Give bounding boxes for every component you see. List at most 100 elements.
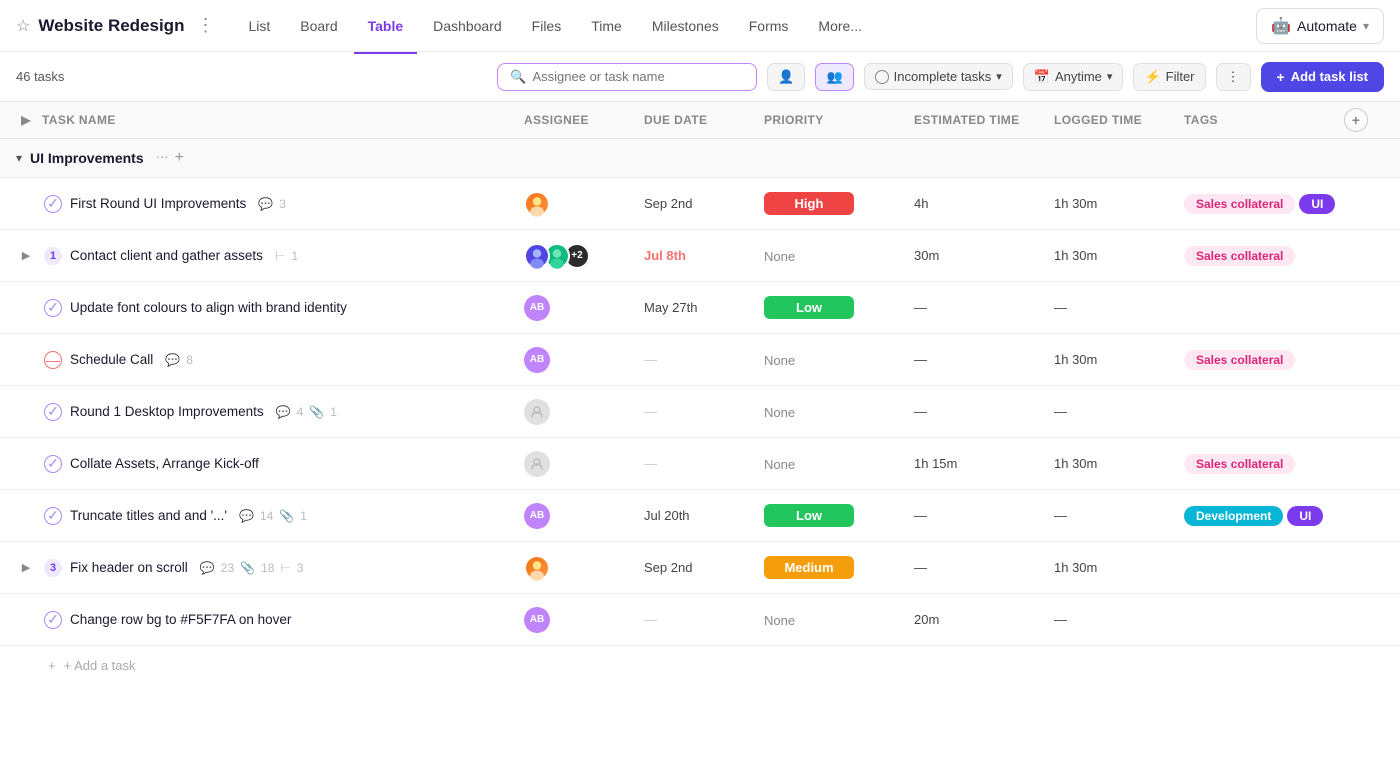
logged-time: 1h 30m (1054, 560, 1184, 575)
group-header[interactable]: ▾ UI Improvements ··· + (0, 139, 1400, 178)
task-meta: 💬 23 📎 18 ⊢ 3 (200, 561, 304, 575)
add-icon: + (1277, 69, 1285, 85)
attachment-count: 1 (330, 405, 337, 419)
task-title: Truncate titles and and '...' (70, 508, 227, 523)
tab-files[interactable]: Files (518, 12, 576, 40)
group-filter-button[interactable]: 👥 (815, 63, 853, 91)
task-status-done[interactable]: ✓ (44, 299, 62, 317)
estimated-time: 30m (914, 248, 1054, 263)
group-add-icon[interactable]: + (175, 149, 184, 167)
assignee-cell (524, 451, 644, 477)
expand-all-icon[interactable]: ▶ (16, 110, 36, 130)
subtask-badge: 3 (44, 559, 62, 577)
tab-board[interactable]: Board (286, 12, 351, 40)
group-chevron-icon[interactable]: ▾ (16, 151, 22, 165)
due-date: — (644, 612, 764, 627)
tab-milestones[interactable]: Milestones (638, 12, 733, 40)
tags-cell: Sales collateral (1184, 246, 1344, 266)
avatar-placeholder (524, 451, 550, 477)
priority-cell: None (764, 248, 914, 264)
task-meta: 💬 4 📎 1 (276, 405, 337, 419)
task-title: Schedule Call (70, 352, 153, 367)
tab-list[interactable]: List (234, 12, 284, 40)
tab-dashboard[interactable]: Dashboard (419, 12, 516, 40)
table-row: ▶ 3 Fix header on scroll 💬 23 📎 18 ⊢ 3 S… (0, 542, 1400, 594)
comment-icon: 💬 (200, 561, 215, 575)
priority-badge-low: Low (764, 296, 854, 319)
table-row: ▶ 1 Contact client and gather assets ⊢ 1 (0, 230, 1400, 282)
task-title: Change row bg to #F5F7FA on hover (70, 612, 291, 627)
avatar-placeholder (524, 399, 550, 425)
search-input[interactable] (532, 69, 744, 84)
tab-forms[interactable]: Forms (735, 12, 803, 40)
attachment-count: 18 (261, 561, 274, 575)
logged-time: 1h 30m (1054, 248, 1184, 263)
task-status-done[interactable]: ✓ (44, 455, 62, 473)
attachment-count: 1 (300, 509, 307, 523)
filter-label: Filter (1166, 69, 1195, 84)
assignee-cell (524, 191, 644, 217)
task-status-done[interactable]: ✓ (44, 611, 62, 629)
tag-sales-collateral: Sales collateral (1184, 246, 1295, 266)
anytime-button[interactable]: 📅 Anytime ▾ (1023, 63, 1124, 91)
more-options-button[interactable]: ⋮ (1216, 63, 1251, 91)
incomplete-tasks-button[interactable]: Incomplete tasks ▾ (864, 63, 1013, 90)
priority-cell: Medium (764, 556, 914, 579)
estimated-time: 1h 15m (914, 456, 1054, 471)
col-tags: Tags (1184, 113, 1344, 127)
priority-cell: None (764, 456, 914, 472)
avatar-initials: AB (524, 607, 550, 633)
task-status-done[interactable]: ✓ (44, 507, 62, 525)
group-more-icon[interactable]: ··· (156, 149, 169, 167)
ellipsis-icon: ⋮ (1227, 69, 1240, 85)
add-column-button[interactable]: + (1344, 108, 1368, 132)
filter-button[interactable]: ⚡ Filter (1133, 63, 1205, 91)
task-expand-icon[interactable]: ▶ (16, 558, 36, 578)
tab-table[interactable]: Table (354, 12, 418, 40)
logged-time: — (1054, 404, 1184, 419)
task-status-done[interactable]: ✓ (44, 403, 62, 421)
task-title: Update font colours to align with brand … (70, 300, 347, 315)
estimated-time: 4h (914, 196, 1054, 211)
task-expand-icon[interactable]: ▶ (16, 246, 36, 266)
task-count: 46 tasks (16, 69, 64, 84)
subtask-count: 1 (291, 249, 298, 263)
col-logged-time: Logged Time (1054, 113, 1184, 127)
logged-time: 1h 30m (1054, 352, 1184, 367)
priority-badge-medium: Medium (764, 556, 854, 579)
assignee-cell: AB (524, 295, 644, 321)
assignee-cell: AB (524, 607, 644, 633)
priority-none: None (764, 249, 795, 264)
task-status-done[interactable]: ✓ (44, 195, 62, 213)
group-title: UI Improvements (30, 150, 144, 166)
attachment-icon: 📎 (309, 405, 324, 419)
subtask-count: 3 (297, 561, 304, 575)
tab-more[interactable]: More... (804, 12, 876, 40)
task-meta: ⊢ 1 (275, 249, 298, 263)
tag-ui: UI (1287, 506, 1323, 526)
person-icon: 👤 (778, 69, 794, 85)
automate-button[interactable]: 🤖 Automate ▾ (1256, 8, 1384, 44)
tags-cell: Sales collateral (1184, 350, 1344, 370)
tab-time[interactable]: Time (577, 12, 636, 40)
comment-count: 4 (297, 405, 304, 419)
avatar-initials: AB (524, 503, 550, 529)
add-task-row[interactable]: + + Add a task (0, 646, 1400, 685)
task-title: Round 1 Desktop Improvements (70, 404, 264, 419)
due-date-overdue: Jul 8th (644, 248, 764, 263)
toolbar: 46 tasks 🔍 👤 👥 Incomplete tasks ▾ 📅 Anyt… (0, 52, 1400, 102)
task-title: Contact client and gather assets (70, 248, 263, 263)
table-row: ✓ Collate Assets, Arrange Kick-off — Non… (0, 438, 1400, 490)
add-task-list-button[interactable]: + Add task list (1261, 62, 1384, 92)
estimated-time: — (914, 560, 1054, 575)
task-name-cell: ✓ Change row bg to #F5F7FA on hover (16, 611, 524, 629)
task-status-cancelled[interactable]: — (44, 351, 62, 369)
automate-icon: 🤖 (1271, 16, 1291, 36)
due-date: May 27th (644, 300, 764, 315)
search-box[interactable]: 🔍 (497, 63, 757, 91)
star-icon[interactable]: ☆ (16, 16, 30, 36)
col-add[interactable]: + (1344, 108, 1384, 132)
logged-time: 1h 30m (1054, 456, 1184, 471)
more-options-icon[interactable]: ⋮ (196, 15, 214, 36)
assignee-filter-button[interactable]: 👤 (767, 63, 805, 91)
